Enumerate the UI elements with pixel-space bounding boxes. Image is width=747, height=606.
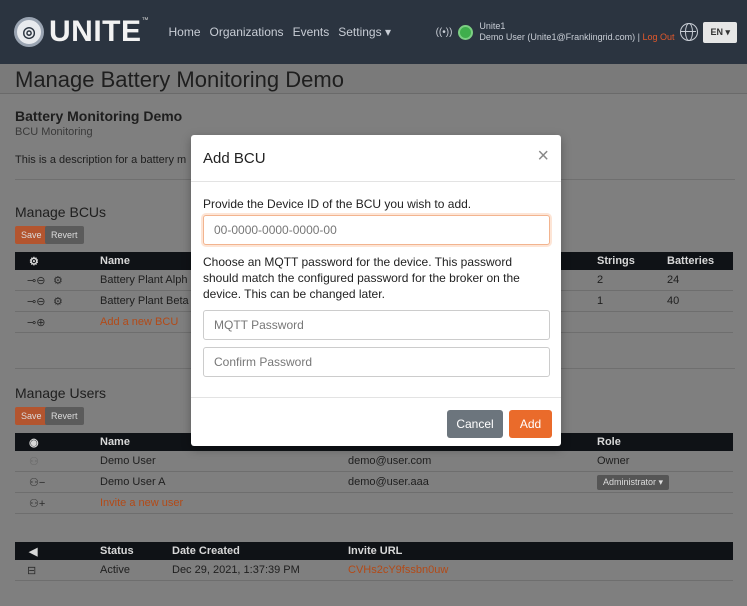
broadcast-icon: ((•)) (435, 26, 453, 38)
users-revert-button[interactable]: Revert (45, 407, 84, 425)
nav-right: ((•)) Unite1 Demo User (Unite1@Frankling… (436, 21, 737, 43)
remove-bcu-icon[interactable]: ⊸⊖ (27, 274, 45, 287)
bcu-batteries: 40 (667, 295, 680, 307)
bcus-save-button[interactable]: Save (15, 226, 48, 244)
nav-events[interactable]: Events (293, 25, 330, 39)
role-dropdown[interactable]: Administrator ▾ (597, 474, 670, 490)
invite-user-link[interactable]: Invite a new user (100, 497, 183, 509)
table-row: ⊟ Active Dec 29, 2021, 1:37:39 PM CVHs2c… (15, 560, 733, 581)
modal-title: Add BCU (203, 150, 266, 167)
invites-table-header: ◀ Status Date Created Invite URL (15, 542, 733, 560)
revoke-invite-icon[interactable]: ⊟ (27, 564, 36, 577)
bcu-name[interactable]: Battery Plant Beta (100, 295, 189, 307)
close-icon[interactable]: × (537, 146, 549, 166)
modal-footer: Cancel Add (191, 397, 561, 446)
invite-url-link[interactable]: CVHs2cY9fssbn0uw (348, 564, 448, 576)
col-invite-url: Invite URL (348, 545, 403, 557)
col-role: Role (597, 436, 621, 448)
device-id-input[interactable] (203, 215, 550, 245)
table-row: ⚇+ Invite a new user (15, 493, 733, 514)
gear-icon[interactable]: ⚙ (53, 295, 63, 308)
user-email: demo@user.com (348, 455, 432, 467)
nav-home[interactable]: Home (169, 25, 201, 39)
user-circle-icon: ◉ (29, 436, 39, 449)
user-name: Demo User (100, 455, 156, 467)
logout-link[interactable]: Log Out (642, 32, 674, 42)
users-section-title: Manage Users (15, 385, 107, 401)
mqtt-password-input[interactable] (203, 310, 550, 340)
demo-title: Battery Monitoring Demo (15, 108, 183, 124)
navbar: ◎ UNITE ™ Home Organizations Events Sett… (0, 0, 747, 64)
table-row: ⚇− Demo User A demo@user.aaa Administrat… (15, 472, 733, 493)
user-label: Demo User (Unite1@Franklingrid.com) | (479, 32, 643, 42)
col-name: Name (100, 255, 130, 267)
bcu-batteries: 24 (667, 274, 680, 286)
send-icon: ◀ (29, 545, 38, 558)
page-header: Manage Battery Monitoring Demo (0, 64, 747, 94)
invite-date: Dec 29, 2021, 1:37:39 PM (172, 564, 300, 576)
cancel-button[interactable]: Cancel (447, 410, 503, 438)
demo-description: This is a description for a battery m (15, 154, 187, 166)
col-date-created: Date Created (172, 545, 240, 557)
status-online-icon (458, 24, 474, 40)
invite-user-icon[interactable]: ⚇+ (29, 497, 45, 510)
col-name: Name (100, 436, 130, 448)
add-bcu-link[interactable]: Add a new BCU (100, 316, 178, 328)
remove-user-icon[interactable]: ⚇− (29, 476, 45, 489)
col-batteries: Batteries (667, 255, 715, 267)
demo-subtitle: BCU Monitoring (15, 126, 93, 138)
user-icon: ⚇ (29, 455, 39, 468)
brand-badge-icon: ◎ (14, 17, 44, 47)
brand-logo[interactable]: ◎ UNITE ™ (14, 15, 149, 49)
bcus-section-title: Manage BCUs (15, 204, 107, 220)
settings-gear-icon: ⚙ (29, 255, 39, 268)
brand-trademark: ™ (141, 17, 149, 24)
add-button[interactable]: Add (509, 410, 552, 438)
site-name: Unite1 (479, 21, 506, 31)
confirm-password-input[interactable] (203, 347, 550, 377)
nav-links: Home Organizations Events Settings ▾ (169, 25, 391, 39)
add-bcu-icon[interactable]: ⊸⊕ (27, 316, 45, 329)
add-bcu-modal: Add BCU × Provide the Device ID of the B… (191, 135, 561, 446)
device-id-prompt: Provide the Device ID of the BCU you wis… (203, 197, 472, 211)
bcu-strings: 2 (597, 274, 604, 286)
bcu-strings: 1 (597, 295, 604, 307)
nav-settings[interactable]: Settings ▾ (338, 25, 391, 39)
modal-header: Add BCU × (191, 135, 561, 182)
password-prompt: Choose an MQTT password for the device. … (203, 255, 520, 301)
gear-icon[interactable]: ⚙ (53, 274, 63, 287)
bcus-revert-button[interactable]: Revert (45, 226, 84, 244)
table-row: ⚇ Demo User demo@user.com Owner (15, 451, 733, 472)
globe-icon[interactable] (680, 23, 699, 41)
user-name: Demo User A (100, 476, 166, 488)
user-role: Owner (597, 455, 630, 467)
users-save-button[interactable]: Save (15, 407, 48, 425)
col-status: Status (100, 545, 134, 557)
user-email: demo@user.aaa (348, 476, 429, 488)
invites-table: ◀ Status Date Created Invite URL ⊟ Activ… (15, 542, 733, 581)
invite-status: Active (100, 564, 130, 576)
brand-name: UNITE (49, 15, 142, 48)
bcu-name[interactable]: Battery Plant Alph (100, 274, 187, 286)
page-title: Manage Battery Monitoring Demo (15, 67, 344, 92)
col-strings: Strings (597, 255, 635, 267)
language-dropdown[interactable]: EN ▾ (703, 21, 737, 43)
user-info: Unite1 Demo User (Unite1@Franklingrid.co… (479, 21, 674, 43)
remove-bcu-icon[interactable]: ⊸⊖ (27, 295, 45, 308)
nav-organizations[interactable]: Organizations (210, 25, 284, 39)
